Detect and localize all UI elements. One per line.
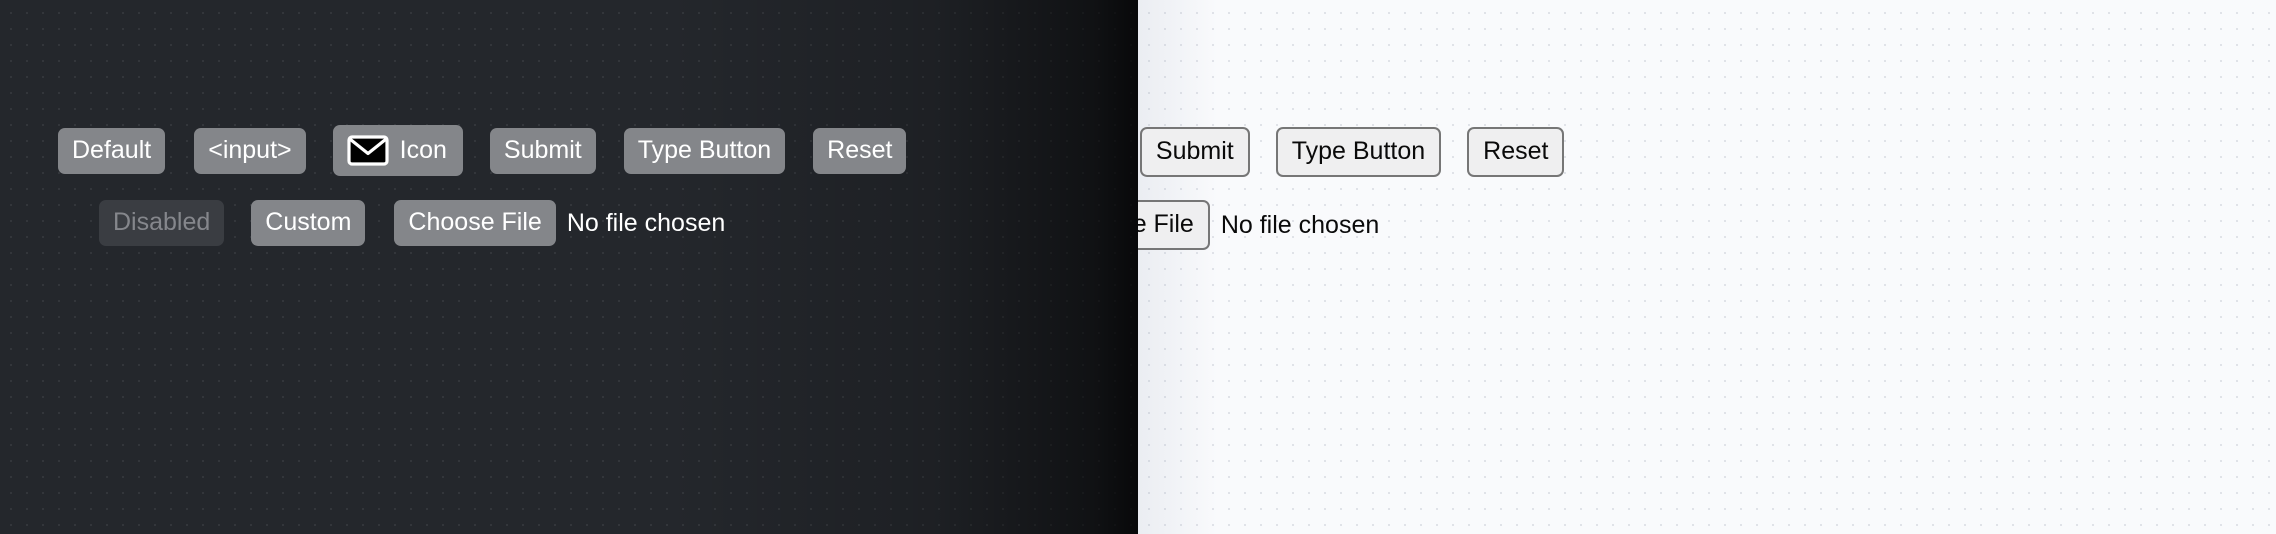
dark-file-status-text: No file chosen bbox=[566, 208, 726, 237]
light-file-input[interactable]: Choose File No file chosen bbox=[1138, 200, 1379, 250]
light-type-button[interactable]: Type Button bbox=[1275, 126, 1442, 177]
dark-submit-button[interactable]: Submit bbox=[489, 127, 596, 174]
dark-choose-file-button[interactable]: Choose File bbox=[394, 200, 556, 246]
dark-default-button[interactable]: Default bbox=[58, 127, 166, 174]
dark-panel-content: Default <input> Icon Submit Type Button … bbox=[0, 0, 1138, 534]
dark-disabled-button: Disabled bbox=[99, 200, 225, 246]
light-choose-file-button[interactable]: Choose File bbox=[1138, 200, 1210, 250]
dark-button-row-secondary: Disabled Custom Choose File No file chos… bbox=[99, 200, 725, 246]
dark-type-button[interactable]: Type Button bbox=[623, 127, 786, 174]
dark-icon-button[interactable]: Icon bbox=[332, 125, 463, 176]
light-reset-button[interactable]: Reset bbox=[1467, 126, 1565, 177]
dark-file-input[interactable]: Choose File No file chosen bbox=[394, 200, 725, 246]
light-button-row-secondary: Disabled Custom Choose File No file chos… bbox=[1138, 200, 1379, 250]
button-showcase-stage: Default <input> Icon Submit Type Button … bbox=[0, 0, 2276, 534]
dark-custom-button[interactable]: Custom bbox=[251, 200, 366, 246]
dark-reset-button[interactable]: Reset bbox=[813, 127, 907, 174]
light-button-row-primary: Default <input> Icon Submit Ty bbox=[1138, 125, 1565, 178]
dark-input-button[interactable]: <input> bbox=[194, 127, 306, 174]
dark-theme-panel: Default <input> Icon Submit Type Button … bbox=[0, 0, 1138, 534]
light-theme-panel: Default <input> Icon Submit Ty bbox=[1138, 0, 2276, 534]
dark-button-row-primary: Default <input> Icon Submit Type Button … bbox=[58, 125, 907, 176]
light-submit-button[interactable]: Submit bbox=[1139, 126, 1250, 177]
envelope-icon bbox=[347, 135, 389, 166]
light-file-status-text: No file chosen bbox=[1220, 210, 1380, 239]
light-panel-content: Default <input> Icon Submit Ty bbox=[1138, 0, 2276, 534]
dark-icon-button-label: Icon bbox=[399, 136, 447, 164]
